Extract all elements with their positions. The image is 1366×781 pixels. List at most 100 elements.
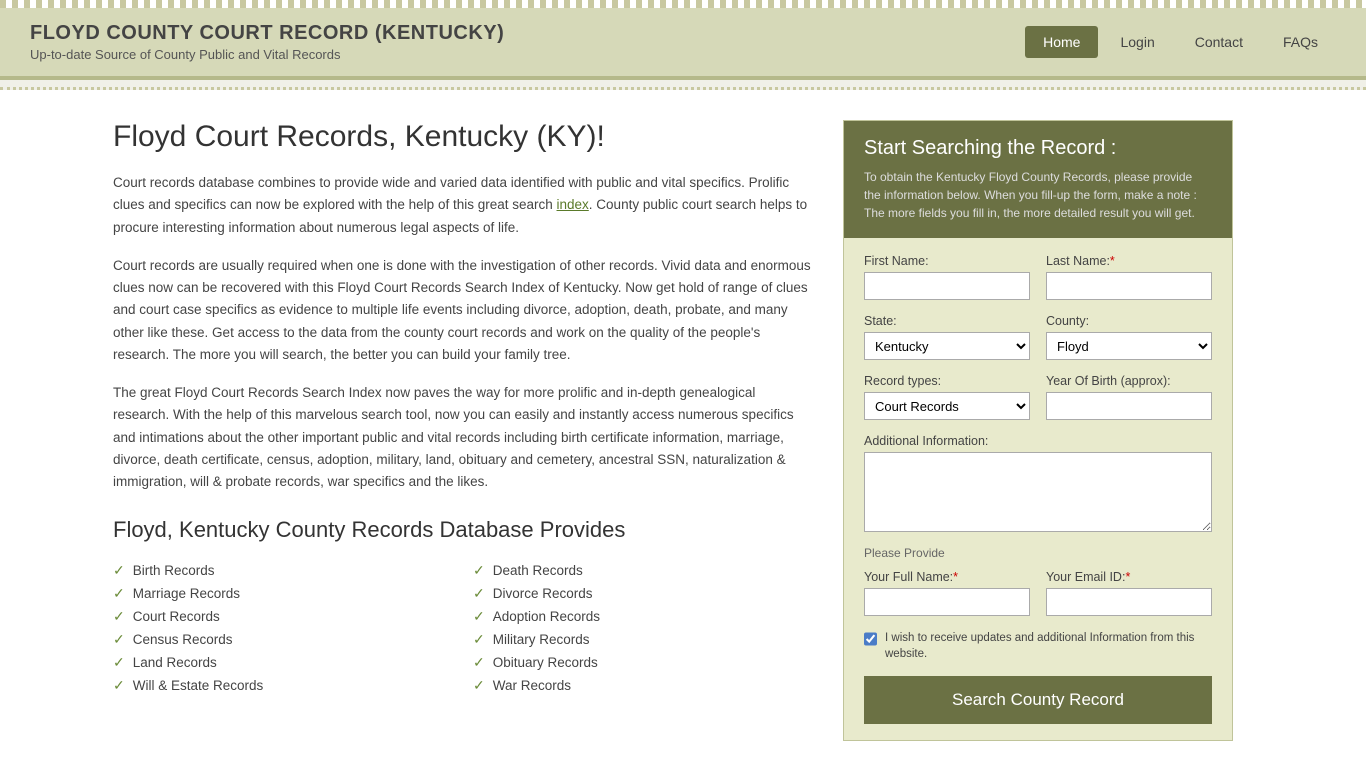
record-type-group: Record types: Court Records Birth Record… <box>864 374 1030 420</box>
right-panel: Start Searching the Record : To obtain t… <box>843 120 1233 741</box>
search-form-card: Start Searching the Record : To obtain t… <box>843 120 1233 741</box>
section-title: Floyd, Kentucky County Records Database … <box>113 517 813 543</box>
contact-row: Your Full Name:* Your Email ID:* <box>864 570 1212 616</box>
check-icon: ✓ <box>473 585 485 602</box>
first-name-group: First Name: <box>864 254 1030 300</box>
newsletter-checkbox[interactable] <box>864 632 877 646</box>
check-icon: ✓ <box>473 654 485 671</box>
last-name-label: Last Name:* <box>1046 254 1212 268</box>
state-group: State: Kentucky Alabama Alaska Arizona A… <box>864 314 1030 360</box>
check-icon: ✓ <box>113 677 125 694</box>
additional-group: Additional Information: <box>864 434 1212 532</box>
list-item: ✓ Obituary Records <box>473 651 813 674</box>
full-name-label: Your Full Name:* <box>864 570 1030 584</box>
record-label: Adoption Records <box>493 609 600 624</box>
records-column-left: ✓ Birth Records ✓ Marriage Records ✓ Cou… <box>113 559 453 697</box>
form-header: Start Searching the Record : To obtain t… <box>844 121 1232 238</box>
list-item: ✓ Adoption Records <box>473 605 813 628</box>
top-stripe <box>0 0 1366 8</box>
list-item: ✓ War Records <box>473 674 813 697</box>
list-item: ✓ Military Records <box>473 628 813 651</box>
check-icon: ✓ <box>113 631 125 648</box>
record-year-row: Record types: Court Records Birth Record… <box>864 374 1212 420</box>
newsletter-checkbox-row: I wish to receive updates and additional… <box>864 630 1212 662</box>
site-title: FLOYD COUNTY COURT RECORD (KENTUCKY) <box>30 22 504 45</box>
record-label: Will & Estate Records <box>133 678 264 693</box>
check-icon: ✓ <box>113 562 125 579</box>
record-label: Land Records <box>133 655 217 670</box>
check-icon: ✓ <box>473 631 485 648</box>
list-item: ✓ Birth Records <box>113 559 453 582</box>
form-header-desc: To obtain the Kentucky Floyd County Reco… <box>864 168 1212 222</box>
list-item: ✓ Census Records <box>113 628 453 651</box>
year-group: Year Of Birth (approx): <box>1046 374 1212 420</box>
list-item: ✓ Divorce Records <box>473 582 813 605</box>
list-item: ✓ Will & Estate Records <box>113 674 453 697</box>
state-label: State: <box>864 314 1030 328</box>
county-group: County: Floyd Allen Anderson Ballard <box>1046 314 1212 360</box>
record-type-select[interactable]: Court Records Birth Records Death Record… <box>864 392 1030 420</box>
check-icon: ✓ <box>473 608 485 625</box>
main-nav: Home Login Contact FAQs <box>1025 26 1336 58</box>
additional-textarea[interactable] <box>864 452 1212 532</box>
record-label: Military Records <box>493 632 590 647</box>
state-county-row: State: Kentucky Alabama Alaska Arizona A… <box>864 314 1212 360</box>
year-label: Year Of Birth (approx): <box>1046 374 1212 388</box>
year-input[interactable] <box>1046 392 1212 420</box>
check-icon: ✓ <box>473 562 485 579</box>
record-label: Birth Records <box>133 563 215 578</box>
list-item: ✓ Marriage Records <box>113 582 453 605</box>
last-name-group: Last Name:* <box>1046 254 1212 300</box>
record-label: Marriage Records <box>133 586 240 601</box>
nav-login[interactable]: Login <box>1102 26 1172 58</box>
email-group: Your Email ID:* <box>1046 570 1212 616</box>
please-provide-label: Please Provide <box>864 546 1212 560</box>
nav-contact[interactable]: Contact <box>1177 26 1261 58</box>
email-label: Your Email ID:* <box>1046 570 1212 584</box>
record-label: Divorce Records <box>493 586 593 601</box>
record-label: Court Records <box>133 609 220 624</box>
header-branding: FLOYD COUNTY COURT RECORD (KENTUCKY) Up-… <box>30 22 504 62</box>
left-content: Floyd Court Records, Kentucky (KY)! Cour… <box>113 120 813 741</box>
site-header: FLOYD COUNTY COURT RECORD (KENTUCKY) Up-… <box>0 8 1366 80</box>
full-name-input[interactable] <box>864 588 1030 616</box>
check-icon: ✓ <box>113 608 125 625</box>
site-subtitle: Up-to-date Source of County Public and V… <box>30 47 504 62</box>
record-label: War Records <box>493 678 571 693</box>
additional-row: Additional Information: <box>864 434 1212 532</box>
record-label: Obituary Records <box>493 655 598 670</box>
header-divider <box>0 80 1366 90</box>
check-icon: ✓ <box>113 654 125 671</box>
first-name-input[interactable] <box>864 272 1030 300</box>
search-county-record-button[interactable]: Search County Record <box>864 676 1212 724</box>
page-title: Floyd Court Records, Kentucky (KY)! <box>113 120 813 154</box>
email-input[interactable] <box>1046 588 1212 616</box>
main-container: Floyd Court Records, Kentucky (KY)! Cour… <box>83 90 1283 781</box>
record-label: Death Records <box>493 563 583 578</box>
first-name-label: First Name: <box>864 254 1030 268</box>
newsletter-label: I wish to receive updates and additional… <box>885 630 1212 662</box>
list-item: ✓ Death Records <box>473 559 813 582</box>
check-icon: ✓ <box>473 677 485 694</box>
form-body: First Name: Last Name:* State: <box>844 238 1232 740</box>
records-grid: ✓ Birth Records ✓ Marriage Records ✓ Cou… <box>113 559 813 697</box>
full-name-group: Your Full Name:* <box>864 570 1030 616</box>
county-label: County: <box>1046 314 1212 328</box>
intro-paragraph-3: The great Floyd Court Records Search Ind… <box>113 382 813 493</box>
name-row: First Name: Last Name:* <box>864 254 1212 300</box>
list-item: ✓ Land Records <box>113 651 453 674</box>
check-icon: ✓ <box>113 585 125 602</box>
record-label: Census Records <box>133 632 233 647</box>
last-name-input[interactable] <box>1046 272 1212 300</box>
state-select[interactable]: Kentucky Alabama Alaska Arizona Arkansas <box>864 332 1030 360</box>
additional-label: Additional Information: <box>864 434 1212 448</box>
list-item: ✓ Court Records <box>113 605 453 628</box>
index-link[interactable]: index <box>557 197 589 212</box>
county-select[interactable]: Floyd Allen Anderson Ballard <box>1046 332 1212 360</box>
record-types-label: Record types: <box>864 374 1030 388</box>
nav-home[interactable]: Home <box>1025 26 1098 58</box>
intro-paragraph-1: Court records database combines to provi… <box>113 172 813 239</box>
intro-paragraph-2: Court records are usually required when … <box>113 255 813 366</box>
form-header-title: Start Searching the Record : <box>864 137 1212 160</box>
nav-faqs[interactable]: FAQs <box>1265 26 1336 58</box>
